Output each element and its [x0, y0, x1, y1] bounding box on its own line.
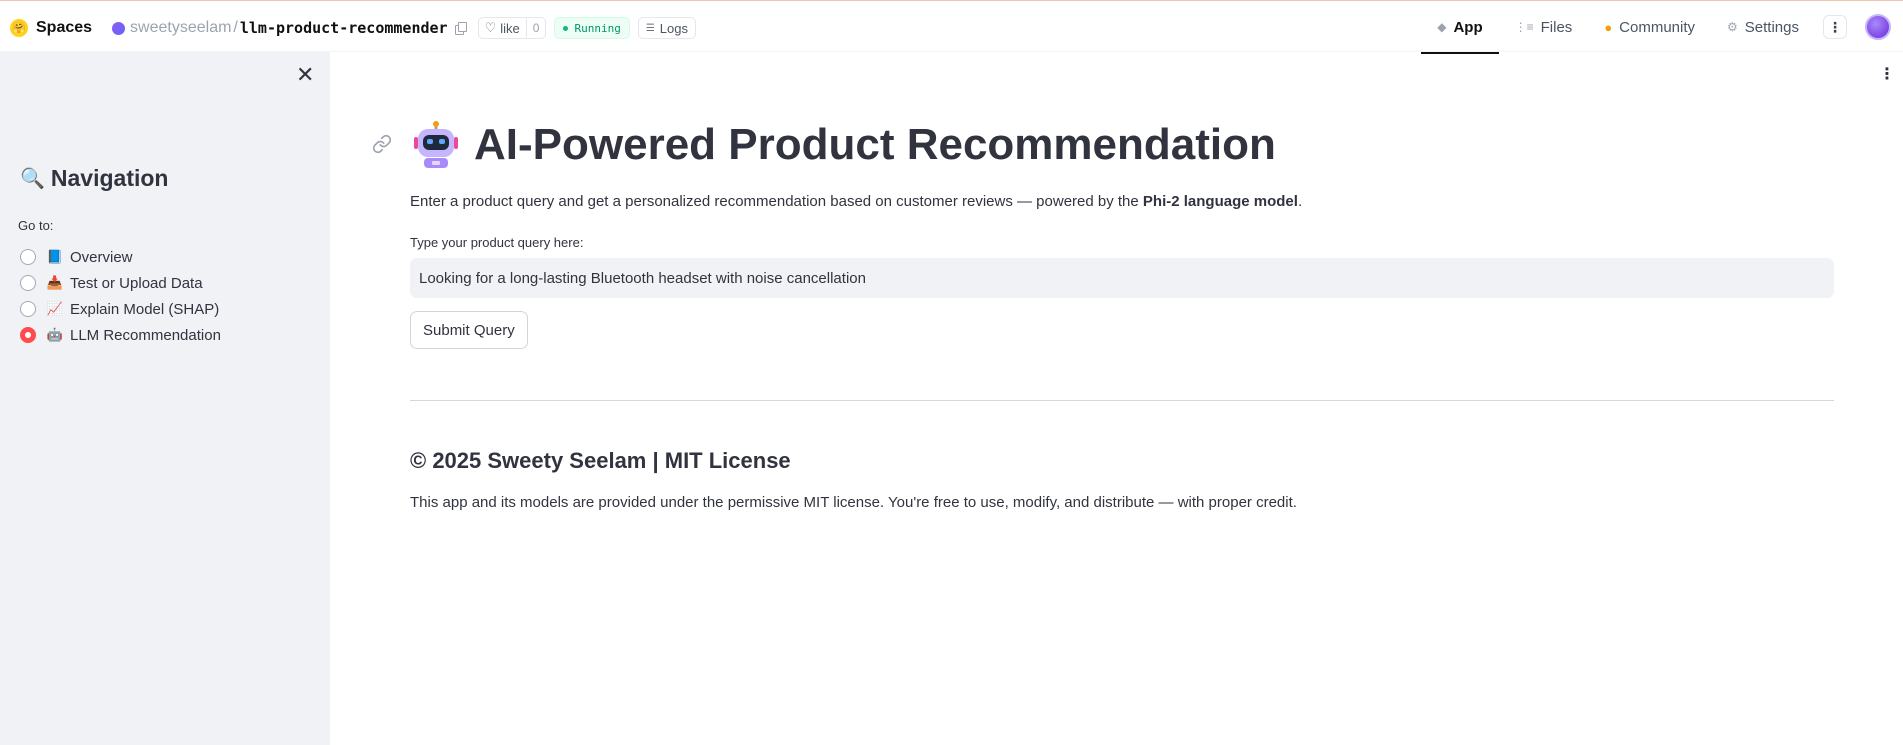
radio-label: Explain Model (SHAP) — [70, 300, 220, 318]
tab-app[interactable]: ◆ App — [1421, 1, 1500, 54]
status-label: Running — [574, 21, 621, 35]
page-description: Enter a product query and get a personal… — [410, 193, 1302, 210]
radio-button-selected[interactable] — [20, 327, 36, 343]
logs-icon: ☰ — [645, 22, 655, 34]
tab-settings[interactable]: ⚙ Settings — [1711, 1, 1815, 53]
robot-icon — [414, 121, 458, 168]
top-header: 🤗 Spaces sweetyseelam / llm-product-reco… — [0, 0, 1903, 54]
owner-link[interactable]: sweetyseelam — [130, 19, 231, 37]
vertical-dots-icon: ⋮ — [1828, 18, 1842, 35]
radio-explain-model[interactable]: 📈 Explain Model (SHAP) — [20, 296, 221, 322]
description-suffix: . — [1297, 193, 1303, 210]
description-prefix: Enter a product query and get a personal… — [410, 193, 1143, 210]
gear-icon: ⚙ — [1727, 20, 1738, 34]
header-right: ◆ App ⋮≡ Files ● Community ⚙ Settings ⋮ — [1421, 1, 1903, 54]
radio-label: Test or Upload Data — [70, 274, 203, 292]
radio-llm-recommendation[interactable]: 🤖 LLM Recommendation — [20, 322, 221, 348]
sidebar-title: 🔍 Navigation — [20, 165, 168, 192]
radio-button[interactable] — [20, 275, 36, 291]
sidebar-title-text: Navigation — [50, 165, 169, 191]
header-left: 🤗 Spaces sweetyseelam / llm-product-reco… — [10, 17, 696, 39]
logs-button[interactable]: ☰ Logs — [637, 17, 696, 39]
radio-label: Overview — [70, 248, 133, 266]
repo-name-link[interactable]: llm-product-recommender — [240, 19, 448, 37]
chart-increasing-icon: 📈 — [46, 301, 64, 316]
radio-button[interactable] — [20, 301, 36, 317]
inbox-tray-icon: 📥 — [46, 275, 64, 290]
spaces-link[interactable]: Spaces — [36, 19, 92, 37]
anchor-link-icon[interactable] — [372, 134, 392, 154]
main-menu-icon[interactable]: ⋮ — [1879, 67, 1895, 83]
logs-label: Logs — [659, 20, 688, 36]
query-input[interactable]: Looking for a long-lasting Bluetooth hea… — [410, 258, 1834, 298]
more-options-button[interactable]: ⋮ — [1823, 15, 1847, 39]
user-avatar[interactable] — [1865, 14, 1891, 40]
hugging-face-logo-icon[interactable]: 🤗 — [10, 19, 28, 37]
status-dot-icon — [563, 25, 569, 31]
query-input-label: Type your product query here: — [410, 235, 584, 250]
submit-query-button[interactable]: Submit Query — [410, 311, 528, 349]
owner-avatar-icon — [112, 21, 126, 35]
breadcrumb-separator: / — [233, 19, 238, 36]
main-content: ⋮ AI-Powered Product Recommendation Ente… — [330, 52, 1903, 745]
tab-settings-label: Settings — [1744, 18, 1799, 36]
cube-icon: ◆ — [1437, 20, 1447, 34]
sidebar: ✕ 🔍 Navigation Go to: 📘 Overview 📥 Test … — [0, 52, 330, 745]
radio-overview[interactable]: 📘 Overview — [20, 244, 221, 270]
magnifier-icon: 🔍 — [20, 168, 45, 190]
navigation-radio-group: 📘 Overview 📥 Test or Upload Data 📈 Expla… — [20, 244, 221, 348]
page-title: AI-Powered Product Recommendation — [412, 120, 1276, 170]
tab-community-label: Community — [1619, 18, 1696, 36]
tab-community[interactable]: ● Community — [1588, 1, 1711, 53]
book-icon: 📘 — [46, 249, 64, 264]
description-model-name: Phi-2 language model — [1142, 193, 1298, 210]
tab-files-label: Files — [1540, 18, 1573, 36]
like-button[interactable]: ♡ like 0 — [477, 17, 547, 39]
copy-icon[interactable] — [454, 22, 467, 35]
status-badge[interactable]: Running — [554, 17, 630, 39]
files-icon: ⋮≡ — [1514, 20, 1534, 34]
tab-app-label: App — [1453, 18, 1483, 36]
goto-label: Go to: — [18, 218, 54, 233]
like-label: like — [500, 20, 520, 36]
footer-title: © 2025 Sweety Seelam | MIT License — [410, 448, 791, 473]
radio-test-upload[interactable]: 📥 Test or Upload Data — [20, 270, 221, 296]
divider — [410, 400, 1834, 401]
radio-label: LLM Recommendation — [70, 326, 221, 344]
like-count[interactable]: 0 — [525, 18, 546, 38]
radio-button[interactable] — [20, 249, 36, 265]
tab-files[interactable]: ⋮≡ Files — [1499, 1, 1589, 53]
page-title-text: AI-Powered Product Recommendation — [474, 120, 1276, 169]
robot-icon: 🤖 — [46, 327, 64, 342]
heart-icon: ♡ — [484, 20, 497, 35]
like-main[interactable]: ♡ like — [479, 18, 526, 38]
footer-text: This app and its models are provided und… — [410, 494, 1297, 511]
community-icon: ● — [1604, 19, 1613, 35]
close-sidebar-icon[interactable]: ✕ — [296, 64, 314, 86]
